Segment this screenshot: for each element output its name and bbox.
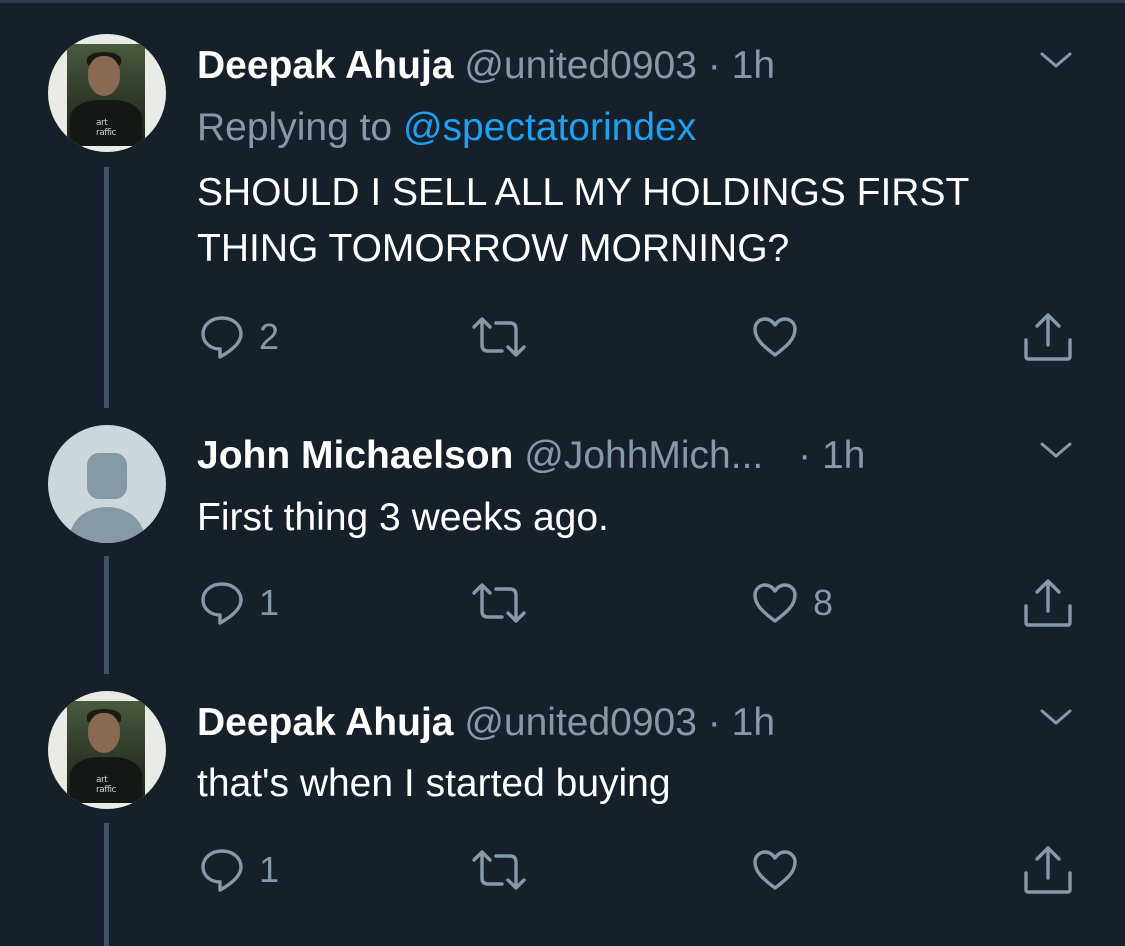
reply-count: 1 [259,849,280,890]
reply-button[interactable]: 1 [199,845,279,895]
avatar-face [88,713,120,753]
reply-count: 1 [259,582,280,623]
reply-button[interactable]: 1 [199,578,279,628]
chevron-down-icon[interactable] [1038,438,1074,462]
chevron-down-icon[interactable] [1038,705,1074,729]
separator-dot: · [707,44,721,87]
mention-link[interactable]: @spectatorindex [403,106,696,149]
avatar[interactable] [48,425,166,543]
share-button[interactable] [1022,845,1074,895]
tweet-text: First thing 3 weeks ago. [197,490,609,546]
reply-count: 2 [259,316,280,357]
reply-icon [201,316,243,359]
default-avatar-body [70,507,144,543]
separator-dot: · [798,434,812,477]
like-button[interactable]: 8 [751,578,833,628]
reply-icon [201,582,243,625]
share-icon [1024,579,1072,627]
display-name[interactable]: John Michaelson [197,434,513,477]
tweet-actions: 1 [0,845,1125,895]
top-divider [0,0,1125,3]
separator-dot: · [707,701,721,744]
tweet-text-line: that's when I started buying [197,762,671,805]
tweet-actions: 2 [0,312,1125,362]
share-button[interactable] [1022,312,1074,362]
avatar-shirt-text: art raffic [96,118,117,138]
timestamp[interactable]: 1h [732,44,775,87]
timestamp[interactable]: 1h [732,701,775,744]
retweet-button[interactable] [470,578,542,628]
retweet-icon [472,850,526,890]
heart-icon [753,317,797,357]
retweet-icon [472,583,526,623]
tweet-text-line: First thing 3 weeks ago. [197,496,609,539]
chevron-down-icon[interactable] [1038,48,1074,72]
reply-button[interactable]: 2 [199,312,279,362]
retweet-button[interactable] [470,312,542,362]
tweet-text-line: THING TOMORROW MORNING? [197,227,790,270]
like-count: 8 [813,582,834,623]
heart-icon [753,583,797,623]
display-name[interactable]: Deepak Ahuja [197,701,453,744]
user-handle[interactable]: @JohhMich... [524,434,763,477]
like-button[interactable] [751,312,813,362]
user-handle[interactable]: @united0903 [464,44,697,87]
tweet-text: that's when I started buying [197,756,671,812]
avatar[interactable]: art raffic [48,691,166,809]
avatar-shirt-text: art raffic [96,775,117,795]
reply-icon [201,849,243,892]
user-handle[interactable]: @united0903 [464,701,697,744]
heart-icon [753,850,797,890]
share-icon [1024,313,1072,361]
replying-to: Replying to @spectatorindex [197,108,696,147]
avatar[interactable]: art raffic [48,34,166,152]
timestamp[interactable]: 1h [822,434,865,477]
like-button[interactable] [751,845,813,895]
avatar-face [88,56,120,96]
replying-to-label: Replying to [197,106,393,149]
retweet-button[interactable] [470,845,542,895]
tweet-header: John Michaelson @JohhMich... · 1h [197,436,865,475]
share-button[interactable] [1022,578,1074,628]
tweet-actions: 1 8 [0,578,1125,628]
tweet-header: Deepak Ahuja @united0903 · 1h [197,46,775,85]
display-name[interactable]: Deepak Ahuja [197,44,453,87]
tweet-header: Deepak Ahuja @united0903 · 1h [197,703,775,742]
default-avatar-head [87,453,127,499]
share-icon [1024,846,1072,894]
retweet-icon [472,317,526,357]
tweet-text-line: SHOULD I SELL ALL MY HOLDINGS FIRST [197,171,970,214]
tweet-text: SHOULD I SELL ALL MY HOLDINGS FIRST THIN… [197,165,969,277]
thread-connector [104,167,109,408]
